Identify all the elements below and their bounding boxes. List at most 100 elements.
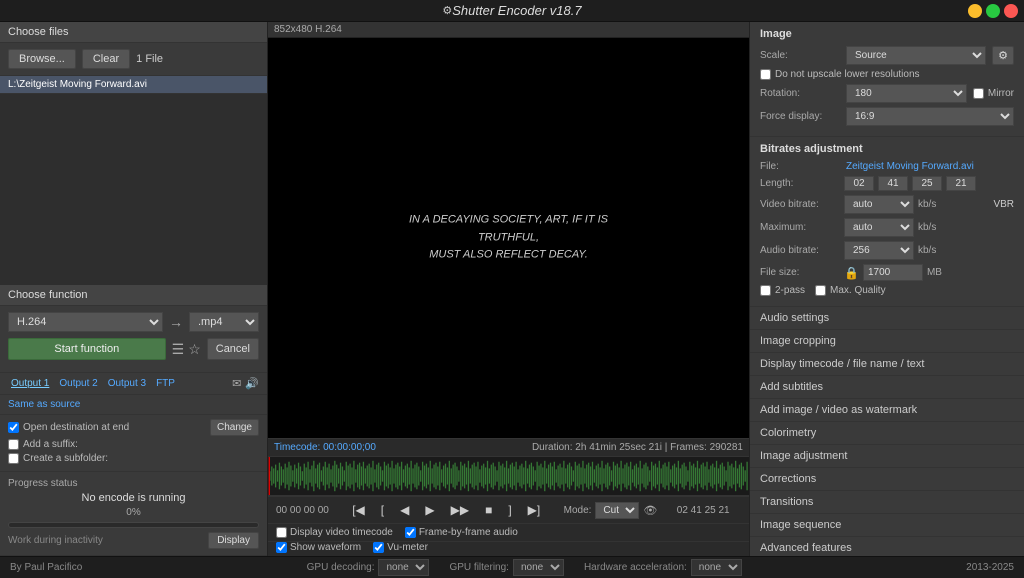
display-button[interactable]: Display: [208, 532, 259, 549]
progress-percent: 0%: [8, 507, 259, 518]
prev-frame-button[interactable]: [: [377, 501, 388, 519]
file-row-label: File:: [760, 161, 840, 172]
no-upscale-label: Do not upscale lower resolutions: [760, 69, 920, 80]
duration-display: Duration: 2h 41min 25sec 21i | Frames: 2…: [532, 442, 743, 453]
subfolder-checkbox[interactable]: [8, 453, 19, 464]
length-seg-2: 25: [912, 176, 942, 191]
start-row: Start function ☰ ☆ Cancel: [8, 338, 259, 360]
file-list: L:\Zeitgeist Moving Forward.avi: [0, 76, 267, 181]
right-panel: Image Scale: Source ⚙ Do not upscale low…: [749, 22, 1024, 556]
change-button[interactable]: Change: [210, 419, 259, 436]
twopass-checkbox[interactable]: [760, 285, 771, 296]
file-link[interactable]: Zeitgeist Moving Forward.avi: [846, 161, 974, 172]
suffix-row: Add a suffix:: [8, 439, 259, 450]
tab-output2[interactable]: Output 2: [56, 377, 100, 390]
waveform-checkbox[interactable]: [276, 542, 287, 553]
hw-accel-label: Hardware acceleration:: [584, 562, 687, 573]
scale-icon-btn[interactable]: ⚙: [992, 46, 1014, 65]
settings-icon[interactable]: ⚙: [442, 4, 452, 17]
filesize-label: File size:: [760, 267, 840, 278]
eye-icon[interactable]: 👁: [643, 504, 657, 517]
cancel-button[interactable]: Cancel: [207, 338, 259, 360]
maximize-button[interactable]: [986, 4, 1000, 18]
star-icon[interactable]: ☆: [188, 341, 201, 358]
video-info-bar: 852x480 H.264: [268, 22, 749, 38]
output-format-select[interactable]: .mp4: [189, 312, 259, 332]
filesize-unit: MB: [927, 267, 942, 278]
jump-to-end-button[interactable]: ▶]: [524, 501, 545, 519]
gpu-filtering-select[interactable]: none: [513, 559, 564, 576]
open-dest-label: Open destination at end: [8, 422, 129, 433]
list-item[interactable]: L:\Zeitgeist Moving Forward.avi: [0, 76, 267, 94]
length-seg-3: 21: [946, 176, 976, 191]
maximum-select[interactable]: auto: [844, 218, 914, 237]
vumeter-checkbox[interactable]: [373, 542, 384, 553]
length-row: Length: 02 41 25 21: [760, 176, 1014, 191]
bitrates-section: Bitrates adjustment File: Zeitgeist Movi…: [750, 137, 1024, 307]
max-quality-checkbox[interactable]: [815, 285, 826, 296]
minimize-button[interactable]: [968, 4, 982, 18]
function-select[interactable]: H.264: [8, 312, 163, 332]
scale-select[interactable]: Source: [846, 46, 986, 65]
jump-to-start-button[interactable]: [◀: [348, 501, 369, 519]
clear-button[interactable]: Clear: [82, 49, 130, 69]
next-frame-button[interactable]: ]: [504, 501, 515, 519]
audio-bitrate-select[interactable]: 256: [844, 241, 914, 260]
playback-controls: 00 00 00 00 [◀ [ ◀ ▶ ▶▶ ■ ] ▶] Mode: Cut…: [268, 496, 749, 523]
tab-output1[interactable]: Output 1: [8, 377, 52, 390]
filesize-input[interactable]: [863, 264, 923, 281]
image-cropping-row[interactable]: Image cropping: [750, 330, 1024, 353]
image-sequence-row[interactable]: Image sequence: [750, 514, 1024, 537]
email-icon[interactable]: ✉: [232, 377, 241, 390]
year-label: 2013-2025: [966, 562, 1014, 573]
image-adjustment-row[interactable]: Image adjustment: [750, 445, 1024, 468]
stop-button[interactable]: ▶▶: [447, 501, 473, 519]
waveform-area[interactable]: [268, 456, 749, 496]
mode-select[interactable]: Cut: [595, 502, 639, 519]
tab-ftp[interactable]: FTP: [153, 377, 178, 390]
close-button[interactable]: [1004, 4, 1018, 18]
play-button[interactable]: ▶: [421, 501, 438, 519]
gpu-decoding-select[interactable]: none: [378, 559, 429, 576]
add-subtitles-row[interactable]: Add subtitles: [750, 376, 1024, 399]
browse-button[interactable]: Browse...: [8, 49, 76, 69]
frame-audio-opt: Frame-by-frame audio: [405, 527, 518, 538]
length-values: 02 41 25 21: [844, 176, 976, 191]
time-end: 02 41 25 21: [677, 505, 730, 516]
audio-bitrate-row: Audio bitrate: 256 kb/s: [760, 241, 1014, 260]
colorimetry-row[interactable]: Colorimetry: [750, 422, 1024, 445]
ffwd-button[interactable]: ■: [481, 501, 496, 519]
force-display-select[interactable]: 16:9: [846, 107, 1014, 126]
no-upscale-checkbox[interactable]: [760, 69, 771, 80]
mirror-checkbox[interactable]: [973, 88, 984, 99]
video-bitrate-label: Video bitrate:: [760, 199, 840, 210]
display-timecode-row[interactable]: Display timecode / file name / text: [750, 353, 1024, 376]
image-section: Image Scale: Source ⚙ Do not upscale low…: [750, 22, 1024, 137]
suffix-checkbox[interactable]: [8, 439, 19, 450]
lock-icon[interactable]: 🔒: [844, 266, 859, 280]
audio-settings-row[interactable]: Audio settings: [750, 307, 1024, 330]
add-image-row[interactable]: Add image / video as watermark: [750, 399, 1024, 422]
timecode-bar: Timecode: 00:00:00;00 Duration: 2h 41min…: [268, 438, 749, 456]
advanced-row[interactable]: Advanced features: [750, 537, 1024, 556]
transitions-row[interactable]: Transitions: [750, 491, 1024, 514]
video-bitrate-unit: kb/s: [918, 199, 936, 210]
hw-accel-select[interactable]: none: [691, 559, 742, 576]
corrections-row[interactable]: Corrections: [750, 468, 1024, 491]
function-row: H.264 → .mp4: [8, 312, 259, 332]
timecode-checkbox[interactable]: [276, 527, 287, 538]
list-icon[interactable]: ☰: [172, 341, 185, 358]
rewind-button[interactable]: ◀: [396, 501, 413, 519]
start-function-button[interactable]: Start function: [8, 338, 166, 360]
frame-audio-checkbox[interactable]: [405, 527, 416, 538]
video-bitrate-select[interactable]: auto: [844, 195, 914, 214]
video-area[interactable]: IN A DECAYING SOCIETY, ART, IF IT IS TRU…: [268, 38, 749, 438]
open-dest-checkbox[interactable]: [8, 422, 19, 433]
audio-icon[interactable]: 🔊: [245, 377, 259, 390]
tab-output3[interactable]: Output 3: [105, 377, 149, 390]
same-source[interactable]: Same as source: [0, 395, 267, 415]
rotation-select[interactable]: 180: [846, 84, 967, 103]
no-encode-status: No encode is running: [8, 492, 259, 504]
file-row: File: Zeitgeist Moving Forward.avi: [760, 161, 1014, 172]
filesize-row: File size: 🔒 MB: [760, 264, 1014, 281]
